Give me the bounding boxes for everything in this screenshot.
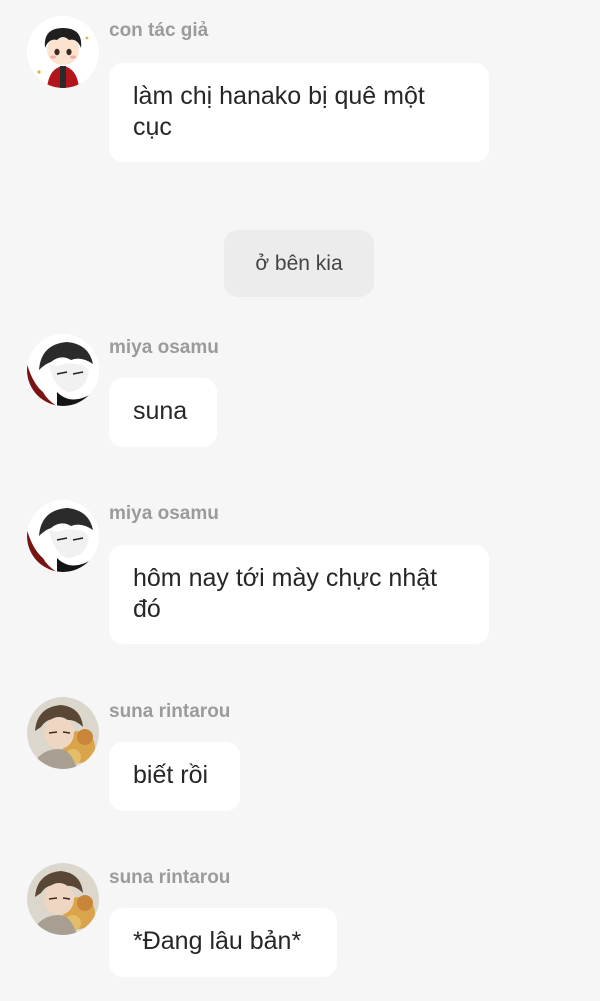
avatar[interactable] [27, 863, 99, 935]
message-bubble[interactable]: *Đang lâu bản* [109, 908, 337, 977]
sender-name: suna rintarou [109, 701, 231, 722]
avatar[interactable] [27, 697, 99, 769]
suna-avatar-icon [27, 697, 99, 769]
sender-name: miya osamu [109, 337, 219, 358]
avatar[interactable] [27, 500, 99, 572]
message-bubble[interactable]: hôm nay tới mày chực nhật đó [109, 545, 489, 644]
message-bubble[interactable]: làm chị hanako bị quê một cục [109, 63, 489, 162]
system-notice: ở bên kia [224, 230, 374, 297]
message-bubble[interactable]: suna [109, 378, 217, 447]
sender-name: miya osamu [109, 503, 219, 524]
chat-thread: con tác giả làm chị hanako bị quê một cụ… [0, 0, 600, 1001]
osamu-avatar-icon [27, 500, 99, 572]
message-bubble[interactable]: biết rồi [109, 742, 240, 811]
suna-avatar-icon [27, 863, 99, 935]
chibi-author-avatar-icon [27, 16, 99, 88]
osamu-avatar-icon [27, 334, 99, 406]
avatar[interactable] [27, 334, 99, 406]
avatar[interactable] [27, 16, 99, 88]
sender-name: con tác giả [109, 20, 209, 41]
sender-name: suna rintarou [109, 867, 231, 888]
